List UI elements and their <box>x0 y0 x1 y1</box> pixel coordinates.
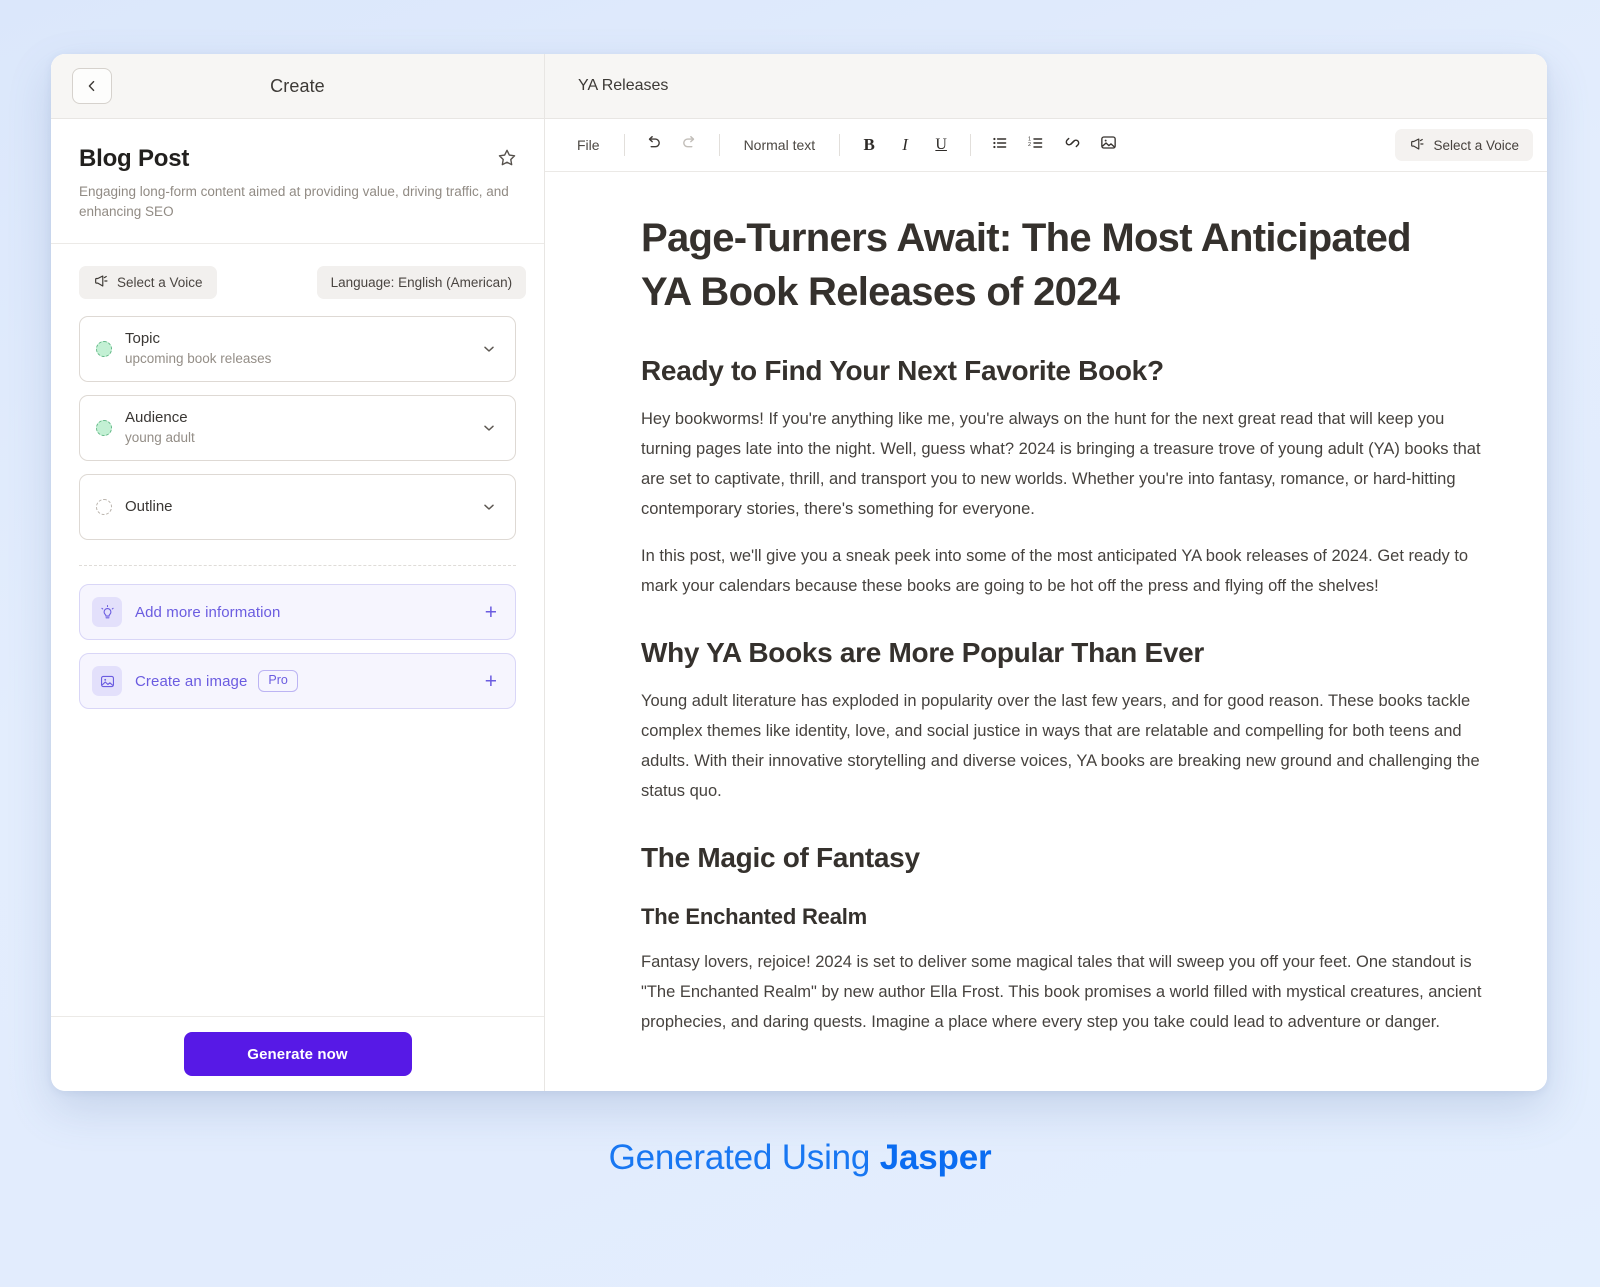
document-paragraph: Hey bookworms! If you're anything like m… <box>641 410 1481 519</box>
numbered-list-icon: 1 2 <box>1027 134 1045 157</box>
sidebar-header-title: Create <box>270 75 325 96</box>
bullet-list-button[interactable] <box>983 129 1017 161</box>
toolbar-divider <box>970 134 972 156</box>
undo-icon <box>644 133 663 157</box>
branding-name: Jasper <box>879 1138 992 1177</box>
language-label: Language: English (American) <box>330 275 513 291</box>
pro-badge: Pro <box>258 670 298 692</box>
redo-icon <box>680 133 699 157</box>
field-audience-texts: Audience young adult <box>125 409 481 447</box>
field-audience[interactable]: Audience young adult <box>79 395 516 462</box>
field-topic-label: Topic <box>125 330 161 348</box>
italic-button[interactable]: I <box>888 129 922 161</box>
editor-select-a-voice-label: Select a Voice <box>1433 137 1519 153</box>
field-status-dot-audience <box>96 420 112 437</box>
field-status-dot-topic <box>96 341 112 358</box>
bold-icon: B <box>863 135 875 154</box>
underline-button[interactable]: U <box>924 129 958 161</box>
bullet-list-icon <box>991 134 1009 157</box>
insert-image-button[interactable] <box>1091 129 1125 161</box>
editor-toolbar: File Normal text B I U 1 2 Select a Voic… <box>545 119 1547 172</box>
image-icon <box>1099 133 1118 157</box>
document-paragraph: In this post, we'll give you a sneak pee… <box>641 547 1469 596</box>
add-more-information-plus-icon[interactable]: + <box>485 602 497 623</box>
chevron-left-icon <box>85 79 99 93</box>
field-topic-texts: Topic upcoming book releases <box>125 330 481 368</box>
create-an-image-label: Create an image <box>135 672 248 690</box>
add-more-information-button[interactable]: Add more information + <box>79 584 516 641</box>
template-info: Blog Post Engaging long-form content aim… <box>51 119 544 245</box>
document-header: YA Releases <box>545 54 1547 119</box>
chevron-down-icon[interactable] <box>481 499 497 515</box>
file-menu-button[interactable]: File <box>565 131 612 159</box>
star-outline-icon <box>496 149 518 173</box>
lightbulb-icon <box>92 597 122 628</box>
underline-icon: U <box>935 136 947 153</box>
create-an-image-button[interactable]: Create an image Pro + <box>79 653 516 710</box>
field-status-dot-outline <box>96 499 112 516</box>
branding-footer: Generated Using Jasper <box>0 1138 1600 1178</box>
bold-button[interactable]: B <box>852 129 886 161</box>
toolbar-divider <box>839 134 841 156</box>
branding-prefix: Generated Using <box>608 1138 880 1177</box>
numbered-list-button[interactable]: 1 2 <box>1019 129 1053 161</box>
editor-select-a-voice-button[interactable]: Select a Voice <box>1395 129 1533 161</box>
redo-button[interactable] <box>673 129 707 161</box>
field-audience-label: Audience <box>125 409 188 427</box>
language-pill[interactable]: Language: English (American) <box>316 266 527 300</box>
editor-panel: YA Releases File Normal text B I U 1 2 S… <box>545 54 1547 1091</box>
field-audience-value: young adult <box>125 430 195 446</box>
favorite-star-button[interactable] <box>496 147 518 169</box>
chevron-down-icon[interactable] <box>481 341 497 357</box>
app-window: Create Blog Post Engaging long-form cont… <box>51 54 1547 1091</box>
document-body[interactable]: Page-Turners Await: The Most Anticipated… <box>545 172 1547 1091</box>
document-heading-2: Ready to Find Your Next Favorite Book? <box>641 355 1164 387</box>
document-paragraph: Young adult literature has exploded in p… <box>641 692 1480 801</box>
document-heading-1: Page-Turners Await: The Most Anticipated… <box>641 216 1412 314</box>
sidebar-header: Create <box>51 54 544 119</box>
document-paragraph: Fantasy lovers, rejoice! 2024 is set to … <box>641 953 1482 1032</box>
document-heading-3: The Enchanted Realm <box>641 904 868 930</box>
sidebar-pill-row: Select a Voice Language: English (Americ… <box>51 244 544 300</box>
add-more-information-label: Add more information <box>135 603 281 621</box>
insert-link-button[interactable] <box>1055 129 1089 161</box>
field-outline-label: Outline <box>125 497 173 515</box>
select-a-voice-pill[interactable]: Select a Voice <box>79 266 217 300</box>
template-description: Engaging long-form content aimed at prov… <box>79 184 509 219</box>
template-title: Blog Post <box>79 145 190 172</box>
sidebar-actions: Add more information + Create an image P… <box>51 566 544 722</box>
chevron-down-icon[interactable] <box>481 420 497 436</box>
document-title[interactable]: YA Releases <box>578 77 668 95</box>
image-icon <box>92 666 122 697</box>
svg-text:2: 2 <box>1028 142 1031 148</box>
field-topic-value: upcoming book releases <box>125 351 272 367</box>
megaphone-icon <box>1409 136 1425 155</box>
toolbar-divider <box>718 134 720 156</box>
sidebar-footer: Generate now <box>51 1016 544 1091</box>
field-outline[interactable]: Outline <box>79 474 516 541</box>
undo-button[interactable] <box>637 129 671 161</box>
create-sidebar: Create Blog Post Engaging long-form cont… <box>51 54 545 1091</box>
megaphone-icon <box>93 273 109 292</box>
text-style-dropdown[interactable]: Normal text <box>732 131 828 159</box>
input-fields: Topic upcoming book releases Audience yo… <box>51 299 544 553</box>
document-heading-2: The Magic of Fantasy <box>641 842 920 874</box>
field-topic[interactable]: Topic upcoming book releases <box>79 316 516 383</box>
field-outline-texts: Outline <box>125 498 481 517</box>
italic-icon: I <box>902 135 908 154</box>
select-a-voice-label: Select a Voice <box>117 275 203 291</box>
link-icon <box>1063 133 1082 157</box>
document-heading-2: Why YA Books are More Popular Than Ever <box>641 637 1204 669</box>
toolbar-divider <box>623 134 625 156</box>
back-button[interactable] <box>72 68 112 104</box>
generate-now-button[interactable]: Generate now <box>183 1032 412 1076</box>
create-an-image-plus-icon[interactable]: + <box>485 671 497 692</box>
